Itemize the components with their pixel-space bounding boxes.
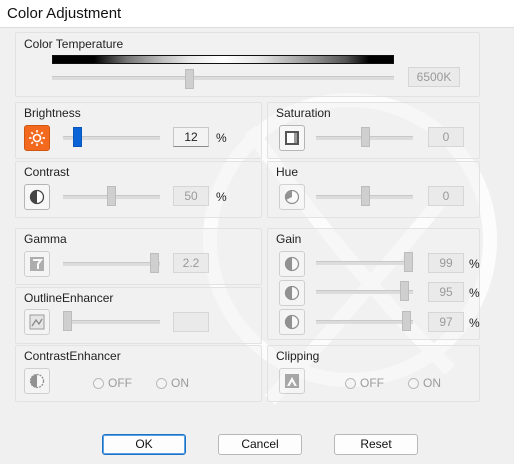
- contrast-slider-thumb[interactable]: [107, 186, 116, 206]
- brightness-label: Brightness: [24, 106, 81, 120]
- clipping-label: Clipping: [276, 349, 320, 363]
- hue-slider-thumb[interactable]: [361, 186, 370, 206]
- gamma-label: Gamma: [24, 232, 67, 246]
- contrast-enhancer-off-label: OFF: [108, 376, 132, 390]
- hue-value[interactable]: 0: [428, 186, 464, 206]
- gain-green-slider-thumb[interactable]: [400, 281, 409, 301]
- title-bar: Color Adjustment: [0, 0, 514, 28]
- gain-blue-slider-track[interactable]: [316, 320, 413, 324]
- clipping-off-dot[interactable]: [345, 377, 356, 389]
- outline-enhancer-value[interactable]: [173, 312, 209, 332]
- clipping-icon[interactable]: [279, 368, 305, 394]
- clipping-off-radio[interactable]: OFF: [345, 376, 384, 390]
- hue-label: Hue: [276, 165, 299, 179]
- contrast-unit: %: [216, 190, 227, 204]
- outline-enhancer-icon[interactable]: [24, 309, 50, 335]
- contrast-icon[interactable]: [24, 184, 50, 210]
- outline-enhancer-slider-track[interactable]: [63, 320, 160, 324]
- contrast-enhancer-off-dot[interactable]: [93, 377, 104, 389]
- saturation-label: Saturation: [276, 106, 331, 120]
- contrast-enhancer-on-label: ON: [171, 376, 189, 390]
- gain-green-slider-track[interactable]: [316, 290, 413, 294]
- contrast-enhancer-off-radio[interactable]: OFF: [93, 376, 132, 390]
- color-temperature-panel: Color Temperature: [15, 32, 480, 97]
- gain-blue-slider-thumb[interactable]: [402, 311, 411, 331]
- outline-enhancer-panel: OutlineEnhancer: [15, 287, 262, 344]
- ok-button[interactable]: OK: [102, 434, 186, 455]
- reset-button[interactable]: Reset: [334, 434, 418, 455]
- brightness-value[interactable]: 12: [173, 127, 209, 147]
- color-temperature-label: Color Temperature: [24, 37, 124, 51]
- gain-red-slider-track[interactable]: [316, 261, 413, 265]
- brightness-unit: %: [216, 131, 227, 145]
- contrast-enhancer-panel: ContrastEnhancer: [15, 345, 262, 402]
- saturation-slider-thumb[interactable]: [361, 127, 370, 147]
- outline-enhancer-slider-thumb[interactable]: [63, 311, 72, 331]
- gain-green-icon[interactable]: [279, 280, 305, 306]
- clipping-on-label: ON: [423, 376, 441, 390]
- outline-enhancer-label: OutlineEnhancer: [24, 291, 114, 305]
- gain-red-slider-thumb[interactable]: [404, 252, 413, 272]
- gamma-value[interactable]: 2.2: [173, 253, 209, 273]
- window-title: Color Adjustment: [7, 5, 122, 22]
- contrast-enhancer-on-dot[interactable]: [156, 377, 167, 389]
- gamma-slider-thumb[interactable]: [150, 253, 159, 273]
- contrast-enhancer-on-radio[interactable]: ON: [156, 376, 189, 390]
- saturation-icon[interactable]: [279, 125, 305, 151]
- contrast-enhancer-icon[interactable]: [24, 368, 50, 394]
- brightness-slider-thumb[interactable]: [73, 127, 82, 147]
- gain-red-icon[interactable]: [279, 251, 305, 277]
- gamma-icon[interactable]: [24, 251, 50, 277]
- gamma-panel: Gamma: [15, 228, 262, 285]
- gain-label: Gain: [276, 232, 302, 246]
- clipping-on-dot[interactable]: [408, 377, 419, 389]
- gamma-slider-track[interactable]: [63, 262, 160, 266]
- gain-blue-icon[interactable]: [279, 309, 305, 335]
- gain-blue-unit: %: [469, 316, 480, 330]
- gain-green-value[interactable]: 95: [428, 282, 464, 302]
- contrast-label: Contrast: [24, 165, 70, 179]
- color-temperature-slider-thumb[interactable]: [185, 69, 194, 89]
- clipping-off-label: OFF: [360, 376, 384, 390]
- gain-red-value[interactable]: 99: [428, 253, 464, 273]
- color-temperature-slider-track[interactable]: [52, 76, 394, 80]
- brightness-sun-icon[interactable]: [24, 125, 50, 151]
- gain-red-unit: %: [469, 257, 480, 271]
- color-temperature-gradient: [52, 55, 394, 64]
- clipping-on-radio[interactable]: ON: [408, 376, 441, 390]
- saturation-value[interactable]: 0: [428, 127, 464, 147]
- hue-icon[interactable]: [279, 184, 305, 210]
- cancel-button[interactable]: Cancel: [218, 434, 302, 455]
- gain-blue-value[interactable]: 97: [428, 312, 464, 332]
- gain-green-unit: %: [469, 286, 480, 300]
- color-temperature-value[interactable]: 6500K: [408, 67, 460, 87]
- contrast-enhancer-label: ContrastEnhancer: [24, 349, 121, 363]
- contrast-value[interactable]: 50: [173, 186, 209, 206]
